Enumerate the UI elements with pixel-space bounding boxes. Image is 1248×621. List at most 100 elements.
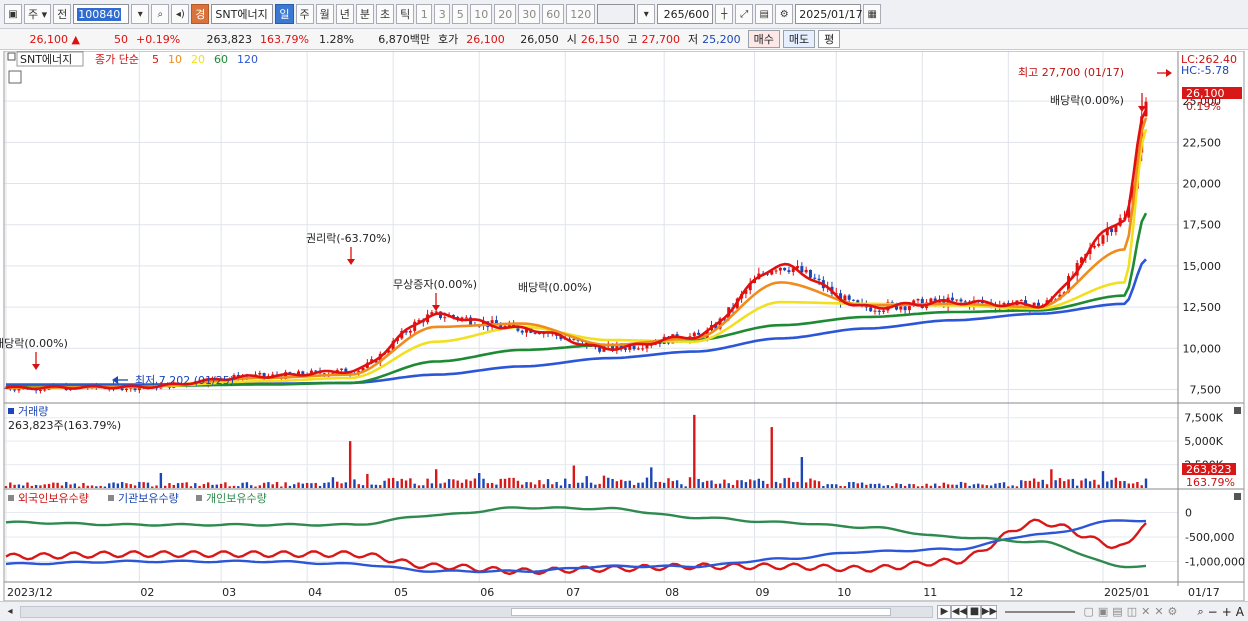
stock-code-input[interactable]: 100840: [73, 4, 130, 24]
volume-bar: [701, 482, 705, 488]
copy-icon[interactable]: ▣: [1098, 605, 1108, 618]
legend-stock: SNT에너지: [20, 53, 72, 66]
interval-120[interactable]: 120: [566, 4, 596, 24]
stock-name-field[interactable]: SNT에너지: [211, 4, 274, 24]
zoom-out-button[interactable]: −: [1208, 605, 1218, 619]
interval-10[interactable]: 10: [470, 4, 493, 24]
buy-button[interactable]: 매수: [747, 30, 780, 48]
volume-bar: [151, 486, 154, 488]
date-input[interactable]: 2025/01/17: [795, 4, 863, 24]
volume-bar: [176, 483, 180, 488]
volume-bar: [413, 483, 416, 488]
volume-bar: [658, 481, 662, 488]
gear-icon[interactable]: ⚙: [775, 4, 794, 24]
interval-3[interactable]: 3: [434, 4, 451, 24]
zoom-in-button[interactable]: +: [1222, 605, 1232, 619]
split-icon[interactable]: ◫: [1127, 605, 1137, 618]
volume-bar: [817, 481, 821, 488]
data-count-field[interactable]: 265/600: [657, 4, 714, 24]
volume-bar: [641, 482, 644, 488]
forward-button[interactable]: ▶▶: [981, 604, 998, 619]
scroll-left-icon[interactable]: ◂: [4, 605, 16, 619]
search-icon[interactable]: ⌕: [151, 4, 170, 24]
speaker-icon[interactable]: ◂): [171, 4, 190, 24]
zoom-search-icon[interactable]: ⌕: [1197, 605, 1203, 619]
volume-bar: [73, 483, 77, 488]
period-tick[interactable]: 틱: [396, 4, 415, 24]
volume-bar: [1131, 483, 1135, 488]
volume-bar: [921, 486, 924, 488]
interval-custom-input[interactable]: [597, 4, 636, 24]
prev-button[interactable]: 전: [53, 4, 72, 24]
auto-fit-button[interactable]: A: [1236, 605, 1244, 619]
zoom-slider[interactable]: [1005, 610, 1076, 613]
period-year[interactable]: 년: [335, 4, 354, 24]
price-tick-7: 7,500: [1190, 383, 1222, 396]
volume-bar: [469, 480, 472, 488]
rewind-button[interactable]: ◀◀: [951, 604, 968, 619]
stop-button[interactable]: ■: [967, 604, 982, 619]
period-second[interactable]: 초: [376, 4, 395, 24]
period-week[interactable]: 주: [295, 4, 314, 24]
volume-close-icon[interactable]: [1234, 407, 1241, 414]
sell-button[interactable]: 매도: [782, 30, 816, 48]
interval-1[interactable]: 1: [416, 4, 433, 24]
trade-amount: 6,870백만: [378, 33, 430, 46]
settings-icon[interactable]: ⚙: [1168, 605, 1178, 618]
period-month[interactable]: 월: [315, 4, 334, 24]
table-icon[interactable]: [8, 70, 22, 84]
candle-body: [1092, 245, 1096, 248]
holdings-close-icon[interactable]: [1234, 493, 1241, 500]
volume-bar: [490, 482, 494, 488]
volume-bar: [619, 479, 623, 488]
scroll-thumb[interactable]: [511, 607, 891, 616]
interval-30[interactable]: 30: [518, 4, 541, 24]
cross2-icon[interactable]: ✕: [1154, 605, 1163, 618]
volume-bar: [985, 485, 989, 488]
low-annotation: 최저 7,202 (01/25): [135, 374, 234, 387]
cross-icon[interactable]: ✕: [1141, 605, 1150, 618]
volume-bar: [753, 480, 756, 488]
volume-bar: [181, 482, 184, 488]
volume-bar: [611, 478, 614, 488]
calendar-icon[interactable]: ▦: [863, 4, 882, 24]
data-count-value: 265: [663, 7, 685, 21]
period-minute[interactable]: 분: [355, 4, 375, 24]
volume-bar: [82, 482, 85, 488]
period-select[interactable]: 주 ▾: [24, 4, 52, 24]
volume-bar: [116, 483, 120, 488]
window-icon[interactable]: ▣: [4, 4, 22, 24]
chevron-down-icon[interactable]: ▾: [637, 4, 656, 24]
volume-bar: [568, 483, 571, 488]
interval-20[interactable]: 20: [494, 4, 517, 24]
candle-icon[interactable]: ┼: [715, 4, 734, 24]
play-button[interactable]: ▶: [937, 604, 952, 619]
candle-body: [1110, 228, 1114, 233]
volume-bar: [718, 483, 722, 488]
draw-tool-icon[interactable]: ⤢: [735, 4, 754, 24]
print-icon[interactable]: ▤: [1112, 605, 1122, 618]
volume-bar: [232, 485, 236, 488]
dropdown-icon[interactable]: ▾: [131, 4, 150, 24]
high-price: 27,700: [641, 32, 681, 46]
interval-60[interactable]: 60: [542, 4, 565, 24]
volume-bar: [551, 484, 554, 488]
volume-bar: [142, 482, 145, 488]
interval-5[interactable]: 5: [452, 4, 469, 24]
last-volume-value: 263,823: [1186, 463, 1232, 476]
price-change: 50: [114, 32, 128, 46]
volume-bar: [1093, 479, 1096, 488]
quote-infobar: 26,100 ▲ 50 +0.19% 263,823 163.79% 1.28%…: [0, 29, 1248, 50]
scroll-track[interactable]: [20, 605, 934, 618]
volume-bar: [473, 478, 477, 488]
candle-body: [847, 295, 851, 300]
volume-bar: [1041, 479, 1044, 488]
save-icon[interactable]: ▤: [755, 4, 774, 24]
volume-bar: [946, 484, 950, 488]
period-day[interactable]: 일: [275, 4, 294, 24]
volume-bar: [1028, 480, 1032, 488]
eval-button[interactable]: 평: [818, 30, 841, 48]
grid-icon[interactable]: ▢: [1083, 605, 1093, 618]
data-count-total: /600: [684, 7, 710, 21]
stock-chart[interactable]: SNT에너지 종가 단순 5 10 20 60 120 25,00022,50020,0…: [0, 51, 1248, 601]
